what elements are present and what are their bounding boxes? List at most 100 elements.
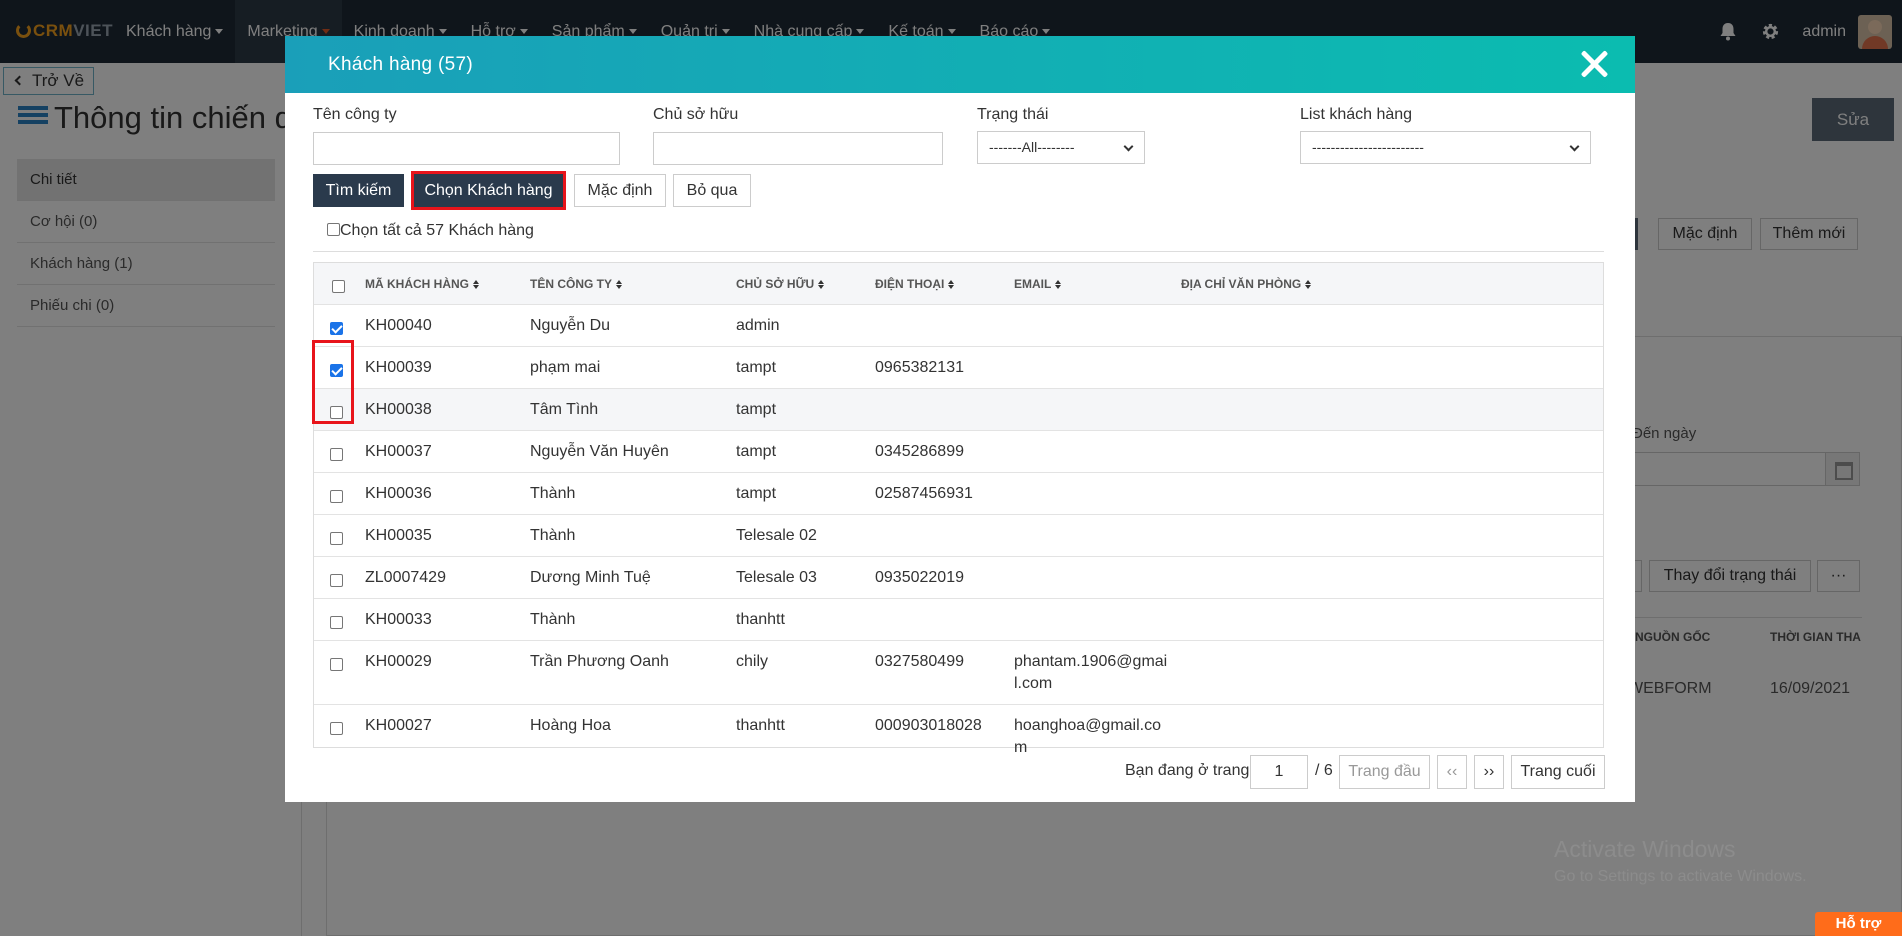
checkbox[interactable] [330,658,343,671]
cell-code: KH00035 [365,527,432,544]
cell-phone: 02587456931 [875,485,973,502]
cell-owner: tampt [736,485,777,502]
col-address[interactable]: ĐỊA CHỈ VĂN PHÒNG [1181,263,1312,305]
status-select[interactable]: -------All-------- [977,131,1145,164]
cell-code: KH00040 [365,317,432,334]
cell-company: Tâm Tình [530,401,599,418]
checkbox[interactable] [330,616,343,629]
col-owner[interactable]: CHỦ SỞ HỮU [736,263,825,305]
checkbox[interactable] [330,574,343,587]
cell-phone: 0935022019 [875,569,964,586]
skip-button[interactable]: Bỏ qua [673,174,751,207]
cell-code: KH00039 [365,359,432,376]
table-row[interactable]: KH00033 Thành thanhtt [314,599,1603,641]
row-checkbox[interactable] [330,529,343,551]
table-row[interactable]: KH00040 Nguyễn Du admin [314,305,1603,347]
sort-icon [818,280,825,289]
row-checkbox[interactable] [330,571,343,593]
choose-customer-button[interactable]: Chọn Khách hàng [411,171,566,210]
checkbox[interactable] [330,490,343,503]
sort-icon [473,280,479,289]
row-checkbox[interactable] [330,719,343,741]
cell-code: KH00033 [365,611,432,628]
table-row[interactable]: KH00035 Thành Telesale 02 [314,515,1603,557]
checkbox[interactable] [330,448,343,461]
table-row[interactable]: KH00039 phạm mai tampt 0965382131 [314,347,1603,389]
owner-input[interactable] [653,132,943,165]
select-all-checkbox[interactable] [327,223,340,236]
cell-phone: 0345286899 [875,443,964,460]
checkbox[interactable] [330,322,343,335]
sort-icon [1305,280,1312,289]
table-row[interactable]: KH00037 Nguyễn Văn Huyên tampt 0345286899 [314,431,1603,473]
col-phone[interactable]: ĐIỆN THOẠI [875,263,955,305]
divider [313,251,1604,252]
cell-email: phantam.1906@gmail.com [1014,653,1168,692]
cell-owner: Telesale 02 [736,527,817,544]
table-row[interactable]: KH00029 Trần Phương Oanh chily 0327580499 ph… [314,641,1603,705]
checkbox[interactable] [330,532,343,545]
header-checkbox[interactable] [332,277,345,299]
cell-owner: admin [736,317,780,334]
cell-phone: 0965382131 [875,359,964,376]
activate-windows-subtitle: Go to Settings to activate Windows. [1554,868,1807,885]
col-company[interactable]: TÊN CÔNG TY [530,263,623,305]
customer-table: MÃ KHÁCH HÀNG TÊN CÔNG TY CHỦ SỞ HỮU ĐIỆ… [313,262,1604,756]
row-checkbox[interactable] [330,319,343,341]
pagination-prefix: Bạn đang ở trang [1125,762,1250,779]
table-body: KH00040 Nguyễn Du admin KH00039 phạm mai tamp… [314,305,1603,756]
cell-owner: tampt [736,401,777,418]
table-row[interactable]: KH00038 Tâm Tình tampt [314,389,1603,431]
customer-list-label: List khách hàng [1300,106,1413,123]
cell-company: Thành [530,611,576,628]
prev-page-button[interactable]: ‹‹ [1437,755,1467,789]
cell-code: KH00037 [365,443,432,460]
company-input[interactable] [313,132,620,165]
page-number-input[interactable]: 1 [1250,755,1308,789]
customer-list-select[interactable]: ------------------------ [1300,131,1591,164]
cell-owner: tampt [736,359,777,376]
cell-code: KH00029 [365,653,432,670]
last-page-button[interactable]: Trang cuối [1511,755,1605,789]
cell-company: Trần Phương Oanh [530,653,669,670]
support-button[interactable]: Hỗ trợ [1815,912,1902,936]
cell-owner: thanhtt [736,717,785,734]
sort-icon [1055,280,1062,289]
select-all-row[interactable]: Chọn tất cả 57 Khách hàng [327,222,534,240]
chevron-down-icon [1569,141,1580,152]
default-button[interactable]: Mặc định [574,174,666,207]
first-page-button[interactable]: Trang đầu [1339,755,1430,789]
pagination-total: / 6 [1315,762,1333,779]
sort-icon [616,280,623,289]
table-row[interactable]: KH00027 Hoàng Hoa thanhtt 000903018028 hoang… [314,705,1603,756]
table-header-row: MÃ KHÁCH HÀNG TÊN CÔNG TY CHỦ SỞ HỮU ĐIỆ… [314,263,1603,305]
owner-label: Chủ sở hữu [653,106,739,123]
cell-owner: chily [736,653,769,670]
row-checkbox[interactable] [330,613,343,635]
checkbox[interactable] [330,722,343,735]
sort-icon [948,280,955,289]
cell-phone: 0327580499 [875,653,964,670]
selection-highlight [312,340,354,424]
cell-company: Nguyễn Du [530,317,611,334]
row-checkbox[interactable] [330,655,343,677]
col-code[interactable]: MÃ KHÁCH HÀNG [365,263,479,305]
cell-code: ZL0007429 [365,569,446,586]
table-row[interactable]: KH00036 Thành tampt 02587456931 [314,473,1603,515]
close-icon[interactable] [1579,49,1609,79]
status-label: Trạng thái [977,106,1049,123]
row-checkbox[interactable] [330,487,343,509]
cell-code: KH00036 [365,485,432,502]
cell-email: hoanghoa@gmail.com [1014,717,1162,756]
col-email[interactable]: EMAIL [1014,263,1062,305]
search-button[interactable]: Tìm kiếm [313,174,404,207]
table-row[interactable]: ZL0007429 Dương Minh Tuệ Telesale 03 093502… [314,557,1603,599]
row-checkbox[interactable] [330,445,343,467]
cell-company: Dương Minh Tuệ [530,569,651,586]
cell-company: Hoàng Hoa [530,717,611,734]
next-page-button[interactable]: ›› [1474,755,1504,789]
cell-phone: 000903018028 [875,717,982,734]
activate-windows-title: Activate Windows [1554,836,1736,862]
cell-company: Thành [530,527,576,544]
cell-company: Nguyễn Văn Huyên [530,443,669,460]
